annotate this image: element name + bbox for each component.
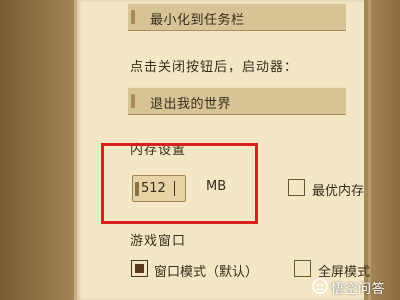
right-decorative-border (364, 0, 400, 300)
game-window-label: 游戏窗口 (130, 234, 187, 249)
launcher-settings-window: 最小化到任务栏 点击关闭按钮后，启动器： 退出我的世界 内存设置 MB 最优内存… (0, 0, 400, 300)
exit-world-label: 退出我的世界 (150, 97, 232, 112)
windowed-mode-checkbox[interactable] (131, 260, 148, 277)
minimize-to-tray-option[interactable]: 最小化到任务栏 (128, 3, 346, 31)
minimize-to-tray-label: 最小化到任务栏 (150, 13, 245, 28)
fullscreen-checkbox[interactable] (294, 260, 311, 277)
wukong-logo-icon (312, 278, 328, 294)
optimal-memory-checkbox[interactable] (288, 179, 305, 196)
watermark-text: 悟空问答 (331, 282, 386, 297)
close-behavior-label: 点击关闭按钮后，启动器： (130, 60, 299, 75)
option-marker-icon (131, 94, 135, 108)
windowed-mode-label: 窗口模式（默认） (154, 265, 259, 280)
watermark: 悟空问答 (312, 276, 400, 298)
optimal-memory-label: 最优内存 (312, 184, 365, 199)
memory-highlight-annotation (101, 143, 258, 224)
option-marker-icon (131, 10, 135, 24)
left-decorative-border (0, 0, 74, 300)
exit-world-option[interactable]: 退出我的世界 (128, 87, 346, 115)
